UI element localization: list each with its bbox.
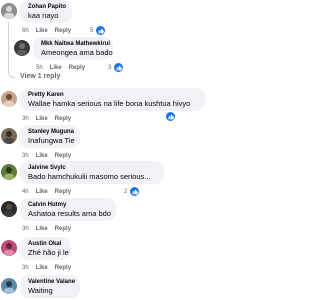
comment-actions: 3h Like Reply: [22, 225, 78, 233]
reply-button[interactable]: Reply: [69, 65, 85, 71]
comment-bubble: Valentine Valane Waiting: [20, 275, 80, 298]
reaction-count: 3: [108, 64, 112, 71]
comment-actions: 6h Like Reply: [22, 27, 78, 35]
comment-actions: 3h Like Reply: [22, 152, 78, 160]
view-replies-link[interactable]: View 1 reply: [20, 73, 60, 80]
comment-time[interactable]: 3h: [22, 265, 29, 271]
comment-time[interactable]: 6h: [22, 28, 29, 34]
avatar[interactable]: [14, 40, 30, 56]
like-icon: [113, 62, 125, 73]
commenter-name[interactable]: Zohan Papito: [28, 3, 66, 11]
like-button[interactable]: Like: [36, 28, 48, 34]
comment-bubble: Mkk Naitwa Mathewkirui Ameongea ama bado: [33, 37, 113, 60]
like-button[interactable]: Like: [36, 265, 48, 271]
commenter-name[interactable]: Valentine Valane: [28, 278, 75, 286]
comment-text: Bado hamchukulii masomo serious...: [28, 172, 151, 181]
avatar[interactable]: [1, 91, 17, 107]
reaction-summary[interactable]: 3: [108, 62, 125, 73]
like-button[interactable]: Like: [36, 116, 48, 122]
commenter-name[interactable]: Austin Okal: [28, 240, 62, 248]
reaction-count: 2: [124, 188, 128, 195]
commenter-name[interactable]: Calvin Hutmy: [28, 201, 108, 209]
reaction-summary[interactable]: 2: [124, 186, 141, 197]
comment-actions: 5h Like Reply: [36, 64, 92, 72]
comment-time[interactable]: 3h: [22, 226, 29, 232]
comment-text: Ashatoa results ama bdo: [28, 209, 111, 218]
like-icon: [165, 111, 176, 122]
reaction-summary[interactable]: 5: [90, 25, 107, 36]
comment-bubble: Austin Okal Zhé hão ji le: [20, 237, 70, 260]
like-button[interactable]: Like: [36, 153, 48, 159]
avatar[interactable]: [1, 164, 17, 180]
comment-text: Zhé hão ji le: [28, 248, 69, 257]
comment-text: Ameongea ama bado: [41, 48, 113, 57]
commenter-name[interactable]: Pretty Karen: [28, 91, 197, 99]
reply-button[interactable]: Reply: [55, 153, 71, 159]
comment-actions: 3h Like Reply: [22, 264, 78, 272]
reaction-summary[interactable]: [165, 111, 176, 122]
comment-bubble: Zohan Papito kaa nayo: [20, 0, 72, 23]
reply-button[interactable]: Reply: [55, 28, 71, 34]
comment-text: Waiting: [28, 286, 53, 295]
avatar[interactable]: [1, 128, 17, 144]
comment-time[interactable]: 5h: [36, 65, 43, 71]
like-button[interactable]: Like: [50, 65, 62, 71]
reaction-count: 5: [90, 27, 94, 34]
comment-bubble: Jaivine Svylc Bado hamchukulii masomo se…: [20, 161, 164, 184]
like-icon: [95, 25, 107, 36]
comment-time[interactable]: 4h: [22, 189, 29, 195]
comment-bubble: Calvin Hutmy Ashatoa results ama bdo: [20, 198, 116, 221]
avatar[interactable]: [1, 278, 17, 294]
comment-text: Wallae hamka serious na life bona kushtu…: [28, 99, 191, 108]
like-icon: [129, 186, 141, 197]
comment-time[interactable]: 3h: [22, 153, 29, 159]
avatar[interactable]: [1, 240, 17, 256]
comment-actions: 4h Like Reply: [22, 188, 78, 196]
comment-time[interactable]: 3h: [22, 116, 29, 122]
commenter-name[interactable]: Stanley Muguna: [28, 128, 74, 136]
reply-button[interactable]: Reply: [55, 116, 71, 122]
comment-bubble: Pretty Karen Wallae hamka serious na lif…: [20, 88, 205, 111]
commenter-name[interactable]: Mkk Naitwa Mathewkirui: [41, 40, 110, 48]
comment-bubble: Stanley Muguna Inafungwa Tie: [20, 125, 80, 148]
avatar[interactable]: [1, 3, 17, 19]
comment-actions: 3h Like Reply: [22, 115, 78, 123]
comment-text: kaa nayo: [28, 11, 59, 20]
comment-text: Inafungwa Tie: [28, 136, 75, 145]
avatar[interactable]: [1, 201, 17, 217]
reply-button[interactable]: Reply: [55, 226, 71, 232]
reply-button[interactable]: Reply: [55, 189, 71, 195]
like-button[interactable]: Like: [36, 226, 48, 232]
commenter-name[interactable]: Jaivine Svylc: [28, 164, 156, 172]
reply-button[interactable]: Reply: [55, 265, 71, 271]
like-button[interactable]: Like: [36, 189, 48, 195]
